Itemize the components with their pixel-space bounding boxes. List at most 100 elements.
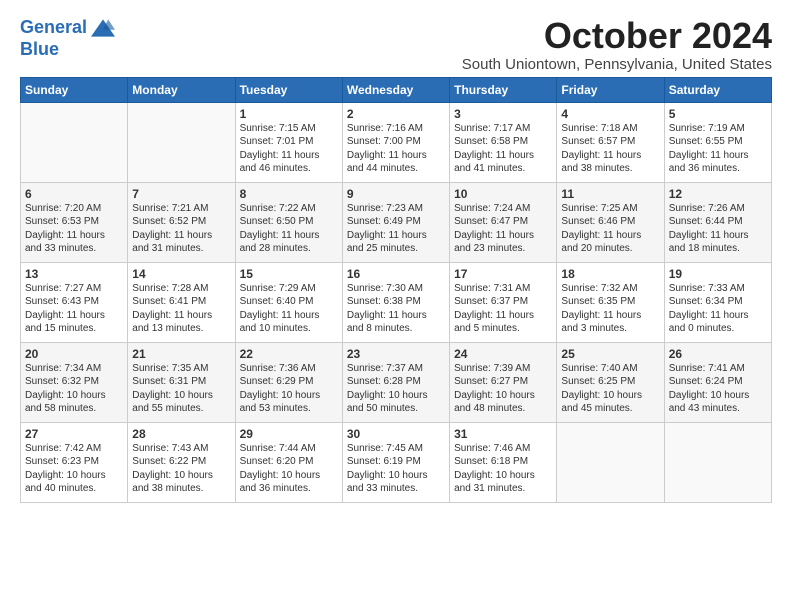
day-number: 21 [132, 347, 230, 361]
day-cell: 28Sunrise: 7:43 AM Sunset: 6:22 PM Dayli… [128, 422, 235, 502]
header: General Blue October 2024 South Uniontow… [20, 16, 772, 73]
day-detail: Sunrise: 7:23 AM Sunset: 6:49 PM Dayligh… [347, 202, 445, 256]
day-cell: 11Sunrise: 7:25 AM Sunset: 6:46 PM Dayli… [557, 182, 664, 262]
day-number: 12 [669, 187, 767, 201]
day-number: 9 [347, 187, 445, 201]
day-number: 4 [561, 107, 659, 121]
day-number: 5 [669, 107, 767, 121]
day-cell: 25Sunrise: 7:40 AM Sunset: 6:25 PM Dayli… [557, 342, 664, 422]
day-cell: 5Sunrise: 7:19 AM Sunset: 6:55 PM Daylig… [664, 102, 771, 182]
day-cell: 24Sunrise: 7:39 AM Sunset: 6:27 PM Dayli… [450, 342, 557, 422]
day-detail: Sunrise: 7:29 AM Sunset: 6:40 PM Dayligh… [240, 282, 338, 336]
logo-icon [91, 16, 115, 40]
day-detail: Sunrise: 7:21 AM Sunset: 6:52 PM Dayligh… [132, 202, 230, 256]
day-number: 10 [454, 187, 552, 201]
day-number: 6 [25, 187, 123, 201]
day-number: 2 [347, 107, 445, 121]
calendar-header: SundayMondayTuesdayWednesdayThursdayFrid… [21, 77, 772, 102]
day-cell: 16Sunrise: 7:30 AM Sunset: 6:38 PM Dayli… [342, 262, 449, 342]
day-cell: 7Sunrise: 7:21 AM Sunset: 6:52 PM Daylig… [128, 182, 235, 262]
day-detail: Sunrise: 7:33 AM Sunset: 6:34 PM Dayligh… [669, 282, 767, 336]
day-cell: 4Sunrise: 7:18 AM Sunset: 6:57 PM Daylig… [557, 102, 664, 182]
day-header: Sunday [21, 77, 128, 102]
day-number: 16 [347, 267, 445, 281]
day-cell [21, 102, 128, 182]
day-cell: 13Sunrise: 7:27 AM Sunset: 6:43 PM Dayli… [21, 262, 128, 342]
day-detail: Sunrise: 7:36 AM Sunset: 6:29 PM Dayligh… [240, 362, 338, 416]
day-number: 28 [132, 427, 230, 441]
day-cell: 18Sunrise: 7:32 AM Sunset: 6:35 PM Dayli… [557, 262, 664, 342]
day-detail: Sunrise: 7:26 AM Sunset: 6:44 PM Dayligh… [669, 202, 767, 256]
day-detail: Sunrise: 7:31 AM Sunset: 6:37 PM Dayligh… [454, 282, 552, 336]
day-detail: Sunrise: 7:43 AM Sunset: 6:22 PM Dayligh… [132, 442, 230, 496]
day-number: 24 [454, 347, 552, 361]
day-number: 20 [25, 347, 123, 361]
day-number: 18 [561, 267, 659, 281]
day-number: 25 [561, 347, 659, 361]
day-number: 11 [561, 187, 659, 201]
day-number: 27 [25, 427, 123, 441]
day-number: 29 [240, 427, 338, 441]
day-cell: 19Sunrise: 7:33 AM Sunset: 6:34 PM Dayli… [664, 262, 771, 342]
day-cell: 23Sunrise: 7:37 AM Sunset: 6:28 PM Dayli… [342, 342, 449, 422]
day-header: Saturday [664, 77, 771, 102]
logo-text2: Blue [20, 40, 115, 60]
day-detail: Sunrise: 7:28 AM Sunset: 6:41 PM Dayligh… [132, 282, 230, 336]
day-header: Thursday [450, 77, 557, 102]
day-detail: Sunrise: 7:46 AM Sunset: 6:18 PM Dayligh… [454, 442, 552, 496]
day-detail: Sunrise: 7:19 AM Sunset: 6:55 PM Dayligh… [669, 122, 767, 176]
day-detail: Sunrise: 7:45 AM Sunset: 6:19 PM Dayligh… [347, 442, 445, 496]
day-number: 13 [25, 267, 123, 281]
day-cell: 22Sunrise: 7:36 AM Sunset: 6:29 PM Dayli… [235, 342, 342, 422]
week-row: 6Sunrise: 7:20 AM Sunset: 6:53 PM Daylig… [21, 182, 772, 262]
day-cell: 14Sunrise: 7:28 AM Sunset: 6:41 PM Dayli… [128, 262, 235, 342]
day-header: Wednesday [342, 77, 449, 102]
day-detail: Sunrise: 7:27 AM Sunset: 6:43 PM Dayligh… [25, 282, 123, 336]
calendar-table: SundayMondayTuesdayWednesdayThursdayFrid… [20, 77, 772, 503]
day-detail: Sunrise: 7:41 AM Sunset: 6:24 PM Dayligh… [669, 362, 767, 416]
day-cell: 3Sunrise: 7:17 AM Sunset: 6:58 PM Daylig… [450, 102, 557, 182]
day-header: Tuesday [235, 77, 342, 102]
day-number: 26 [669, 347, 767, 361]
day-number: 31 [454, 427, 552, 441]
day-detail: Sunrise: 7:17 AM Sunset: 6:58 PM Dayligh… [454, 122, 552, 176]
day-number: 23 [347, 347, 445, 361]
day-detail: Sunrise: 7:16 AM Sunset: 7:00 PM Dayligh… [347, 122, 445, 176]
day-detail: Sunrise: 7:15 AM Sunset: 7:01 PM Dayligh… [240, 122, 338, 176]
day-detail: Sunrise: 7:37 AM Sunset: 6:28 PM Dayligh… [347, 362, 445, 416]
day-number: 19 [669, 267, 767, 281]
day-detail: Sunrise: 7:39 AM Sunset: 6:27 PM Dayligh… [454, 362, 552, 416]
location-title: South Uniontown, Pennsylvania, United St… [462, 56, 772, 73]
day-number: 22 [240, 347, 338, 361]
day-number: 30 [347, 427, 445, 441]
day-detail: Sunrise: 7:20 AM Sunset: 6:53 PM Dayligh… [25, 202, 123, 256]
day-cell [557, 422, 664, 502]
month-title: October 2024 [462, 16, 772, 56]
week-row: 27Sunrise: 7:42 AM Sunset: 6:23 PM Dayli… [21, 422, 772, 502]
day-detail: Sunrise: 7:18 AM Sunset: 6:57 PM Dayligh… [561, 122, 659, 176]
logo-text: General [20, 18, 87, 38]
day-cell: 17Sunrise: 7:31 AM Sunset: 6:37 PM Dayli… [450, 262, 557, 342]
day-cell [128, 102, 235, 182]
day-cell [664, 422, 771, 502]
day-detail: Sunrise: 7:42 AM Sunset: 6:23 PM Dayligh… [25, 442, 123, 496]
day-detail: Sunrise: 7:34 AM Sunset: 6:32 PM Dayligh… [25, 362, 123, 416]
week-row: 13Sunrise: 7:27 AM Sunset: 6:43 PM Dayli… [21, 262, 772, 342]
day-detail: Sunrise: 7:24 AM Sunset: 6:47 PM Dayligh… [454, 202, 552, 256]
week-row: 1Sunrise: 7:15 AM Sunset: 7:01 PM Daylig… [21, 102, 772, 182]
day-cell: 2Sunrise: 7:16 AM Sunset: 7:00 PM Daylig… [342, 102, 449, 182]
logo: General Blue [20, 16, 115, 60]
calendar-body: 1Sunrise: 7:15 AM Sunset: 7:01 PM Daylig… [21, 102, 772, 502]
title-area: October 2024 South Uniontown, Pennsylvan… [462, 16, 772, 73]
header-row: SundayMondayTuesdayWednesdayThursdayFrid… [21, 77, 772, 102]
day-detail: Sunrise: 7:32 AM Sunset: 6:35 PM Dayligh… [561, 282, 659, 336]
day-header: Monday [128, 77, 235, 102]
day-cell: 15Sunrise: 7:29 AM Sunset: 6:40 PM Dayli… [235, 262, 342, 342]
day-cell: 8Sunrise: 7:22 AM Sunset: 6:50 PM Daylig… [235, 182, 342, 262]
day-detail: Sunrise: 7:30 AM Sunset: 6:38 PM Dayligh… [347, 282, 445, 336]
day-number: 3 [454, 107, 552, 121]
day-detail: Sunrise: 7:22 AM Sunset: 6:50 PM Dayligh… [240, 202, 338, 256]
day-header: Friday [557, 77, 664, 102]
day-cell: 29Sunrise: 7:44 AM Sunset: 6:20 PM Dayli… [235, 422, 342, 502]
day-number: 17 [454, 267, 552, 281]
